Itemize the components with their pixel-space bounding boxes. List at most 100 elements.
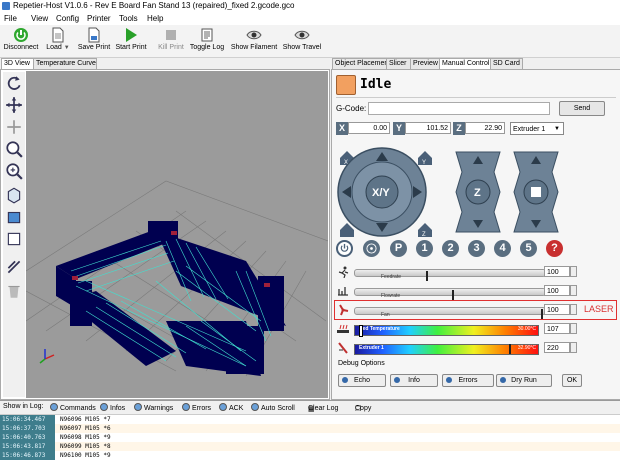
bed-temp-target[interactable]: 107 [544, 323, 570, 334]
3d-viewport[interactable] [26, 71, 328, 398]
log-icon [201, 28, 213, 42]
log-filter-label: Show in Log: [3, 403, 44, 410]
show-filament-button[interactable]: Show Filament [230, 25, 278, 57]
move-object-icon[interactable] [5, 118, 23, 136]
help-button[interactable]: ? [546, 240, 563, 257]
feedrate-value[interactable]: 100 [544, 266, 570, 277]
filter-commands[interactable]: Commands [50, 403, 96, 412]
bed-temp-row: Bed Temperature 30.00°C 107 [334, 323, 619, 337]
menu-config[interactable]: Config [56, 14, 79, 23]
tab-preview[interactable]: Preview [410, 58, 442, 69]
rotate-icon[interactable] [5, 74, 23, 92]
parallel-lines-icon[interactable] [5, 258, 23, 276]
ok-button[interactable]: OK [562, 374, 582, 387]
show-travel-button[interactable]: Show Travel [282, 25, 322, 57]
zoom-fit-icon[interactable] [5, 162, 23, 180]
errors-button[interactable]: Errors [442, 374, 494, 387]
kill-print-button[interactable]: Kill Print [156, 25, 186, 57]
home-z-label: Z [422, 232, 426, 238]
load-button[interactable]: Load ▼ [46, 25, 70, 57]
dry-run-button[interactable]: Dry Run [496, 374, 552, 387]
fan-spinner[interactable] [570, 304, 577, 315]
key-p-button[interactable]: P [390, 240, 407, 257]
top-view-icon[interactable] [5, 230, 23, 248]
bed-temp-slider[interactable]: Bed Temperature 30.00°C [354, 325, 539, 337]
log-row: 15:06:46.873 N96100 M105 *9 [0, 451, 111, 460]
filter-errors[interactable]: Errors [182, 403, 211, 412]
radio-icon [219, 403, 227, 411]
key-3-button[interactable]: 3 [468, 240, 485, 257]
iso-view-icon[interactable] [5, 186, 23, 204]
bed-temp-spinner[interactable] [570, 323, 577, 334]
home-y-label: Y [422, 160, 426, 166]
laser-annotation: LASER [584, 304, 614, 314]
flowrate-slider[interactable]: Flowrate [354, 288, 546, 300]
flowrate-spinner[interactable] [570, 285, 577, 296]
auto-scroll-toggle[interactable]: Auto Scroll [251, 403, 295, 412]
running-man-icon [338, 266, 349, 278]
info-button[interactable]: Info [390, 374, 438, 387]
extruder-icon [531, 187, 541, 197]
front-view-icon[interactable] [5, 208, 23, 226]
feedrate-knob[interactable] [425, 271, 428, 281]
feedrate-slider[interactable]: Feedrate [354, 269, 546, 281]
filter-warnings[interactable]: Warnings [134, 403, 173, 412]
extruder-temp-target[interactable]: 220 [544, 342, 570, 353]
debug-options: Debug Options Echo Info Errors Dry Run O… [336, 360, 616, 394]
tab-sd-card[interactable]: SD Card [490, 58, 523, 69]
extruder-temp-slider[interactable]: Extruder 1 32.90°C [354, 344, 539, 355]
save-document-icon [88, 27, 100, 43]
radio-icon [134, 403, 142, 411]
key-2-button[interactable]: 2 [442, 240, 459, 257]
y-coord-label: Y [393, 122, 405, 135]
menu-help[interactable]: Help [147, 14, 163, 23]
radio-icon [50, 403, 58, 411]
menu-printer[interactable]: Printer [87, 14, 111, 23]
right-tab-bar: Object Placement Slicer Preview Manual C… [331, 58, 620, 70]
view-tools [3, 72, 25, 397]
toggle-log-button[interactable]: Toggle Log [189, 25, 225, 57]
extruder-temp-knob[interactable] [508, 344, 511, 354]
menu-file[interactable]: File [4, 14, 17, 23]
toolbar: Disconnect Load ▼ Save Print Start Print… [0, 25, 620, 58]
fan-value[interactable]: 100 [544, 304, 570, 315]
power-off-button[interactable] [336, 240, 353, 257]
trash-icon[interactable] [5, 282, 23, 300]
echo-button[interactable]: Echo [338, 374, 386, 387]
z-coord-value: 22.90 [465, 122, 505, 134]
start-print-button[interactable]: Start Print [114, 25, 148, 57]
extruder-temp-current: 32.90°C [517, 345, 536, 351]
filter-infos[interactable]: Infos [100, 403, 125, 412]
log-row: 15:06:43.817 N96099 M105 *8 [0, 442, 620, 451]
move-icon[interactable] [5, 96, 23, 114]
jog-controls: X Y Z X/Y Z [337, 147, 559, 238]
fan-slider[interactable]: Fan [354, 307, 546, 319]
filter-ack[interactable]: ACK [219, 403, 243, 412]
fan-knob[interactable] [541, 309, 543, 319]
extruder-temp-label: Extruder 1 [359, 345, 384, 351]
send-button[interactable]: Send [559, 101, 605, 116]
y-coord-value: 101.52 [405, 122, 451, 134]
flowrate-value[interactable]: 100 [544, 285, 570, 296]
key-5-button[interactable]: 5 [520, 240, 537, 257]
extruder-temp-spinner[interactable] [570, 342, 577, 353]
fan-button[interactable] [363, 240, 380, 257]
gcode-input[interactable] [368, 102, 550, 115]
zoom-in-icon[interactable] [5, 140, 23, 158]
menu-view[interactable]: View [31, 14, 48, 23]
eye-icon [246, 30, 262, 40]
tab-slicer[interactable]: Slicer [386, 58, 413, 69]
disconnect-button[interactable]: Disconnect [2, 25, 40, 57]
tab-temperature-curve[interactable]: Temperature Curve [33, 58, 97, 69]
power-icon [14, 28, 28, 42]
extruder-select[interactable]: Extruder 1 ▼ [510, 122, 564, 135]
flowrate-knob[interactable] [451, 290, 454, 300]
key-1-button[interactable]: 1 [416, 240, 433, 257]
key-4-button[interactable]: 4 [494, 240, 511, 257]
tab-object-placement[interactable]: Object Placement [332, 58, 390, 69]
bed-temp-knob[interactable] [358, 325, 363, 337]
save-print-button[interactable]: Save Print [77, 25, 111, 57]
menu-tools[interactable]: Tools [119, 14, 138, 23]
feedrate-spinner[interactable] [570, 266, 577, 277]
toggle-dot-icon [394, 377, 400, 383]
